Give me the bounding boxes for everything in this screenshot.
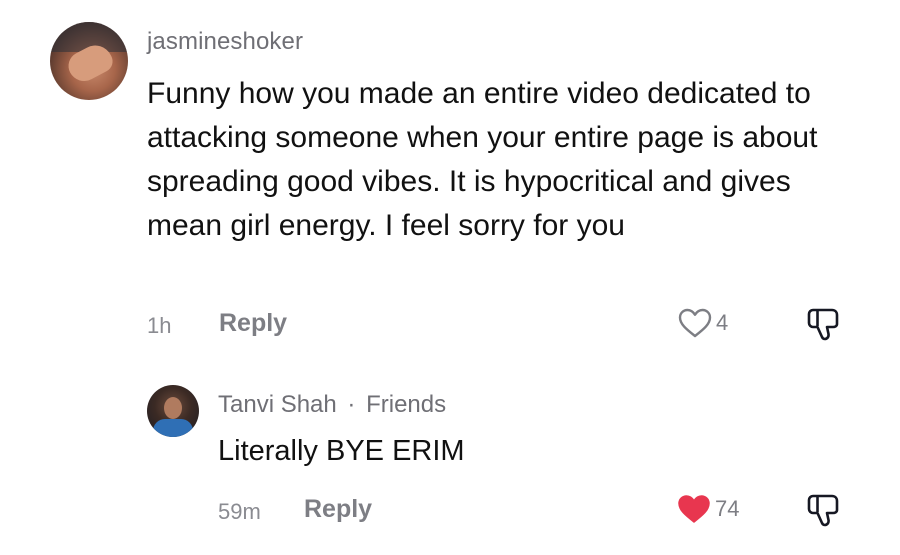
heart-icon xyxy=(678,308,712,338)
comment-like-button[interactable]: 4 xyxy=(678,308,728,338)
comment-reply-button[interactable]: Reply xyxy=(219,309,287,338)
reply-reply-button[interactable]: Reply xyxy=(304,495,372,524)
reply-text: Literally BYE ERIM xyxy=(218,435,465,467)
reply-username[interactable]: Tanvi Shah xyxy=(218,391,337,418)
reply-timestamp: 59m xyxy=(218,499,261,524)
reply-header: Tanvi Shah · Friends xyxy=(218,391,446,419)
reply-like-button[interactable]: 74 xyxy=(677,494,739,524)
avatar-shirt xyxy=(153,419,193,437)
comment-timestamp: 1h xyxy=(147,313,172,338)
avatar-face xyxy=(164,397,182,419)
thumbs-down-icon xyxy=(807,308,839,341)
user-avatar-tanvi-shah[interactable] xyxy=(147,385,199,437)
reply-dislike-button[interactable] xyxy=(804,492,844,533)
comment-dislike-button[interactable] xyxy=(804,306,844,347)
comment-username[interactable]: jasmineshoker xyxy=(147,28,303,56)
heart-icon xyxy=(678,495,710,523)
reply-relation-badge: Friends xyxy=(366,391,447,418)
user-avatar-jasmineshoker[interactable] xyxy=(50,22,128,100)
reply-like-count: 74 xyxy=(715,496,740,521)
thumbs-down-icon xyxy=(807,494,839,527)
reply-separator: · xyxy=(347,391,356,418)
comment-like-count: 4 xyxy=(716,310,729,335)
comment-text: Funny how you made an entire video dedic… xyxy=(147,77,818,242)
